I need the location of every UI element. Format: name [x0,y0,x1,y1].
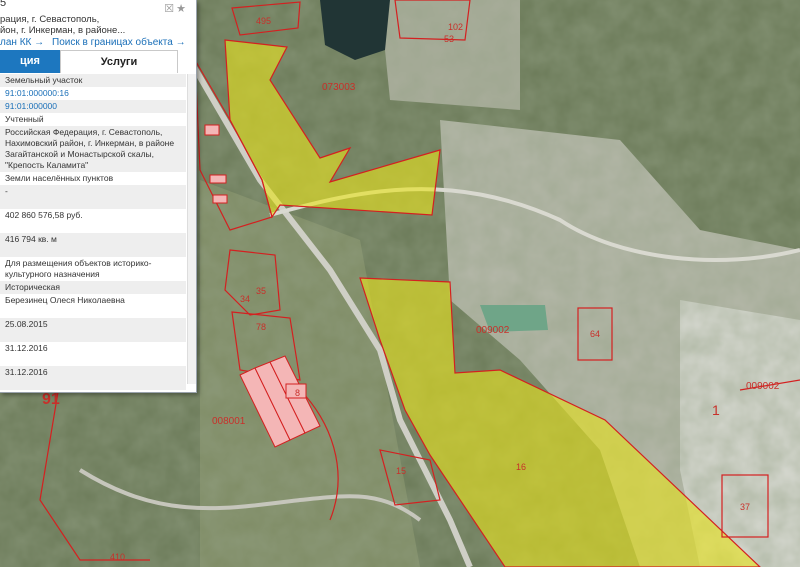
parcel-label-16: 16 [516,462,526,472]
quarter-label-009002: 009002 [476,325,510,336]
attribute-row: 31.12.2016 [5,343,48,353]
quarter-label-008001: 008001 [212,416,246,427]
info-panel: 5 ☒★ рация, г. Севастополь, йон, г. Инке… [0,0,197,393]
attribute-row: Земельный участок [0,74,186,87]
building [204,124,220,136]
parcel-label-35: 35 [256,286,266,296]
parcel-label-53: 53 [444,34,454,44]
quarter-label-009002-east: 009002 [746,381,780,392]
star-icon[interactable]: ★ [176,3,188,15]
parcel-label-37: 37 [740,502,750,512]
attribute-row: - [0,185,186,209]
object-number: 5 [0,0,7,9]
attributes-list: Земельный участок 91:01:000000:16 91:01:00… [0,74,186,390]
attribute-row: Березинец Олеся Николаевна [5,295,125,305]
search-in-bounds-link[interactable]: Поиск в границах объекта → [52,37,186,48]
attribute-row: Российская Федерация, г. Севастополь, На… [0,126,186,172]
parcel-label-1: 1 [712,402,720,418]
parcel-label-410: 410 [110,552,125,562]
parcel-label-495: 495 [256,16,271,26]
attribute-row: 402 860 576,58 руб. [5,210,83,220]
building [212,194,228,204]
address-line-1: рация, г. Севастополь, [0,14,100,25]
parcel-label-64: 64 [590,329,600,339]
attribute-row: 31.12.2016 [0,366,186,390]
attribute-row: Учтенный [5,114,44,124]
panel-icons: ☒★ [164,2,188,15]
parcel-label-15: 15 [396,466,406,476]
attribute-row: Земли населённых пунктов [5,173,114,183]
attribute-row: 416 794 кв. м [0,233,186,257]
attribute-row[interactable]: 91:01:000000:16 [0,87,186,100]
tab-info[interactable]: ция [0,50,60,73]
attribute-row[interactable]: 91:01:000000 [0,100,186,113]
parcel-label-34: 34 [240,294,250,304]
building [209,174,227,184]
attribute-row: Для размещения объектов историко-культур… [5,258,152,279]
tab-services[interactable]: Услуги [60,50,178,73]
attribute-row: Историческая [0,281,186,294]
attribute-row: 25.08.2015 [0,318,186,342]
close-icon[interactable]: ☒ [164,3,176,15]
quarter-label-91: 91 [42,391,60,408]
parcel-label-8: 8 [295,388,300,398]
parcel-label-102: 102 [448,22,463,32]
parcel-label-78: 78 [256,322,266,332]
quarter-label-073003: 073003 [322,82,356,93]
panel-header: 5 ☒★ рация, г. Севастополь, йон, г. Инке… [0,0,196,50]
plan-link[interactable]: лан КК → [0,37,44,48]
address-line-2: йон, г. Инкерман, в районе... [0,25,126,36]
panel-scrollbar[interactable] [187,74,196,384]
panel-tabs: ция Услуги [0,50,196,73]
